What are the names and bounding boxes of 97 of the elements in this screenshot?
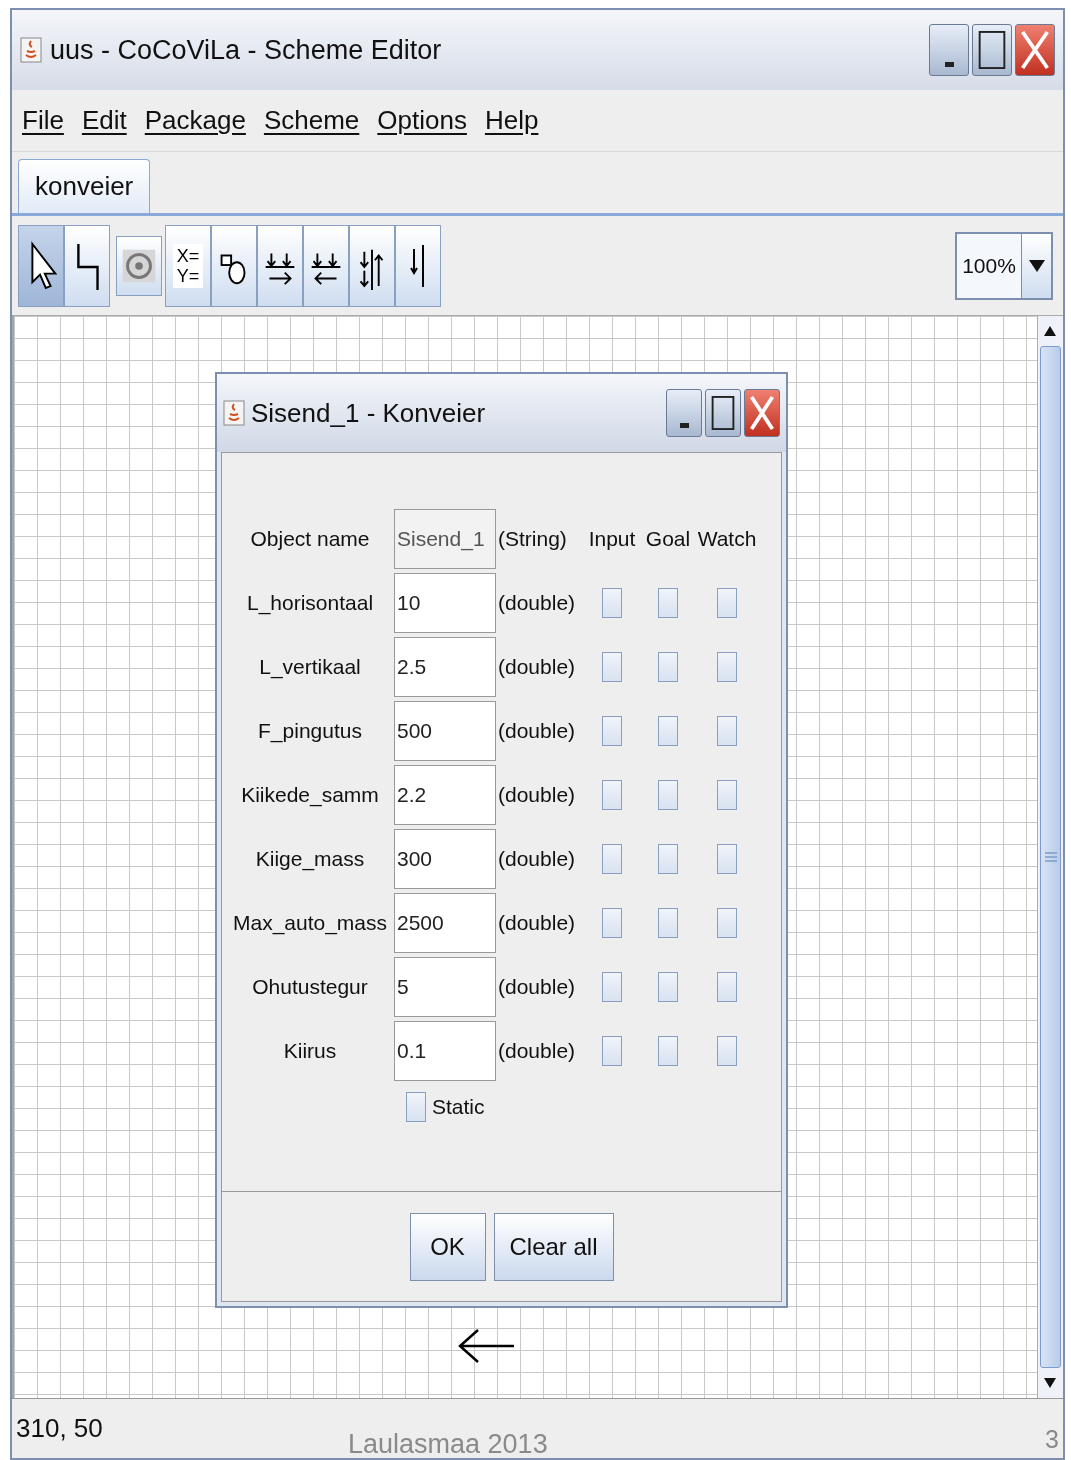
checkbox[interactable]	[658, 588, 678, 618]
tool-button[interactable]	[257, 224, 303, 307]
dropdown-caret-icon	[1027, 258, 1046, 273]
minimize-icon	[944, 62, 954, 67]
checkbox[interactable]	[602, 972, 622, 1002]
field-label: L_horisontaal	[245, 590, 375, 617]
tool-button[interactable]	[395, 224, 441, 307]
type-label: (double)	[497, 782, 577, 809]
tool-button[interactable]	[349, 224, 395, 307]
field-label: Kiige_mass	[254, 846, 366, 873]
type-label: (double)	[497, 1038, 577, 1065]
value-field[interactable]: 500	[394, 701, 496, 761]
value-field[interactable]: 300	[394, 829, 496, 889]
tool-button[interactable]	[64, 224, 110, 307]
checkbox[interactable]	[602, 780, 622, 810]
checkbox[interactable]	[717, 780, 737, 810]
checkbox[interactable]	[658, 844, 678, 874]
field-label: Object name	[249, 526, 371, 553]
checkbox[interactable]	[602, 908, 622, 938]
checkbox[interactable]	[717, 652, 737, 682]
left-arrow-drawing	[456, 1326, 516, 1366]
checkbox[interactable]	[717, 844, 737, 874]
window-title: uus - CoCoViLa - Scheme Editor	[50, 33, 443, 67]
field-label: Kiirus	[282, 1038, 338, 1065]
menu-item[interactable]: Package	[144, 101, 246, 140]
checkbox[interactable]	[602, 652, 622, 682]
object-name-field[interactable]: Sisend_1	[394, 509, 496, 569]
menu-item[interactable]: Scheme	[263, 101, 360, 140]
column-header: Goal	[644, 526, 692, 553]
java-cup-icon	[223, 400, 245, 426]
checkbox[interactable]	[406, 1091, 426, 1122]
type-label: (double)	[497, 590, 577, 617]
tool-label: Y=	[176, 265, 200, 286]
type-label: (double)	[497, 846, 577, 873]
down-arrow-bar-icon	[410, 243, 426, 288]
value-field[interactable]: 2500	[394, 893, 496, 953]
value-field[interactable]: 2.5	[394, 637, 496, 697]
checkbox[interactable]	[658, 716, 678, 746]
checkbox[interactable]	[717, 1036, 737, 1066]
close-button[interactable]	[1015, 24, 1055, 76]
tab[interactable]: konveier	[18, 159, 151, 213]
checkbox[interactable]	[658, 972, 678, 1002]
value-field[interactable]: 2.2	[394, 765, 496, 825]
dialog-button[interactable]: Clear all	[493, 1212, 614, 1281]
tool-button[interactable]	[18, 224, 64, 307]
checkbox[interactable]	[717, 908, 737, 938]
tool-button[interactable]	[303, 224, 349, 307]
checkbox[interactable]	[602, 716, 622, 746]
type-label: (String)	[497, 526, 568, 553]
minimize-button[interactable]	[929, 24, 969, 76]
type-label: (double)	[497, 654, 577, 681]
zoom-value: 100%	[957, 233, 1021, 298]
type-label: (double)	[497, 910, 577, 937]
field-label: F_pingutus	[257, 718, 363, 745]
status-coordinates: 310, 50	[16, 1412, 103, 1445]
menu-item[interactable]: Edit	[81, 101, 127, 140]
maximize-button[interactable]	[705, 389, 741, 437]
checkbox[interactable]	[717, 972, 737, 1002]
grip-icon	[1043, 850, 1058, 864]
type-label: (double)	[497, 974, 577, 1001]
tool-button[interactable]: X= Y=	[165, 224, 211, 307]
column-header: Input	[587, 526, 637, 553]
checkbox[interactable]	[602, 1036, 622, 1066]
zoom-combo[interactable]: 100%	[955, 231, 1053, 300]
dialog-title: Sisend_1 - Konveier	[251, 396, 487, 430]
menu-item[interactable]: Help	[484, 101, 539, 140]
close-button[interactable]	[744, 389, 780, 437]
tool-button[interactable]	[211, 224, 257, 307]
value-field[interactable]: 5	[394, 957, 496, 1017]
menu-item[interactable]: File	[22, 101, 64, 140]
tool-label: X=	[176, 245, 200, 266]
type-label: (double)	[497, 718, 577, 745]
minimize-icon	[679, 423, 689, 428]
menu-item[interactable]: Options	[377, 101, 467, 140]
field-label: L_vertikaal	[258, 654, 362, 681]
value-field[interactable]: 0.1	[394, 1021, 496, 1081]
checkbox[interactable]	[658, 908, 678, 938]
checkbox[interactable]	[717, 716, 737, 746]
java-cup-icon	[20, 37, 42, 63]
checkbox[interactable]	[658, 652, 678, 682]
field-label: Max_auto_mass	[231, 910, 389, 937]
checkbox[interactable]	[602, 844, 622, 874]
checkbox[interactable]	[658, 1036, 678, 1066]
field-label: Kiikede_samm	[240, 782, 380, 809]
dialog-button[interactable]: OK	[409, 1212, 486, 1281]
checkbox[interactable]	[717, 588, 737, 618]
value-field[interactable]: 10	[394, 573, 496, 633]
column-header: Watch	[696, 526, 758, 553]
slide-footer-text: Laulasmaa 2013	[348, 1428, 548, 1460]
field-label: Ohutustegur	[251, 974, 369, 1001]
checkbox-label: Static	[432, 1094, 485, 1120]
maximize-button[interactable]	[972, 24, 1012, 76]
vertical-scrollbar[interactable]	[1037, 316, 1063, 1398]
minimize-button[interactable]	[666, 389, 702, 437]
checkbox[interactable]	[658, 780, 678, 810]
scrollbar-thumb[interactable]	[1040, 346, 1061, 1368]
checkbox[interactable]	[602, 588, 622, 618]
